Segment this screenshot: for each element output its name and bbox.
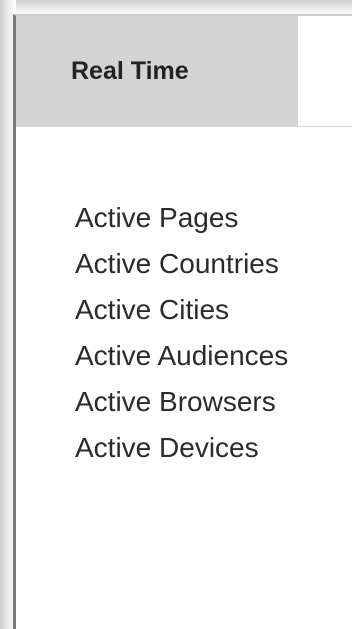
menu-item-active-countries[interactable]: Active Countries — [75, 241, 288, 287]
realtime-menu: Active Pages Active Countries Active Cit… — [75, 195, 288, 471]
tab-strip: Real Time — [16, 16, 352, 127]
menu-item-active-browsers[interactable]: Active Browsers — [75, 379, 288, 425]
menu-item-active-pages[interactable]: Active Pages — [75, 195, 288, 241]
menu-item-active-cities[interactable]: Active Cities — [75, 287, 288, 333]
menu-item-active-audiences[interactable]: Active Audiences — [75, 333, 288, 379]
tab-real-time-label: Real Time — [71, 56, 189, 85]
menu-item-active-devices[interactable]: Active Devices — [75, 425, 288, 471]
realtime-panel: Real Time Active Pages Active Countries … — [13, 14, 352, 629]
screenshot-frame: Real Time Active Pages Active Countries … — [0, 0, 352, 629]
tab-real-time[interactable]: Real Time — [16, 16, 298, 126]
